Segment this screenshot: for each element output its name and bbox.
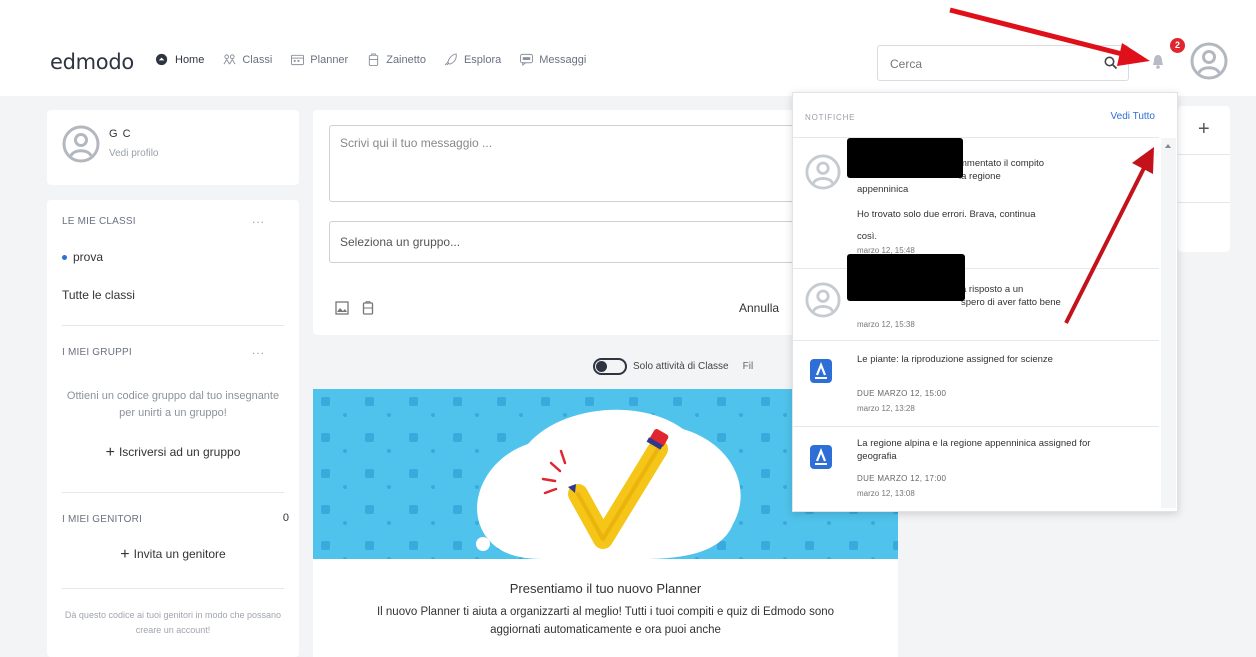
all-classes-link[interactable]: Tutte le classi [62,288,135,302]
toggle-label: Solo attività di Classe [633,361,729,372]
nav-classi-label: Classi [242,53,273,66]
cancel-button[interactable]: Annulla [739,301,779,315]
divider [1178,154,1230,155]
image-icon[interactable] [335,301,349,320]
classes-icon [223,54,236,65]
class-item-prova[interactable]: prova [62,250,103,264]
notification-time: marzo 12, 13:08 [857,489,915,498]
composer-attachments [335,301,387,320]
notification-text: appenninica [857,184,909,195]
chat-icon [520,53,534,66]
nav-esplora[interactable]: Esplora [444,53,501,66]
my-parents-title: I MIEI GENITORI [62,514,143,525]
nav-planner[interactable]: Planner [290,53,348,66]
divider [1178,202,1230,203]
add-icon[interactable]: + [1198,118,1210,141]
notification-time: marzo 12, 15:38 [857,320,915,329]
banner-text: Il nuovo Planner ti aiuta a organizzarti… [376,606,835,636]
notification-badge: 2 [1170,38,1185,53]
notification-text: spero di aver fatto bene [961,297,1061,308]
notification-text: La regione alpina e la regione appennini… [857,438,1091,462]
class-activity-filter: Solo attività di Classe Fil [593,358,753,375]
backpack-icon [369,53,379,66]
groups-hint: Ottieni un codice gruppo dal tuo insegna… [66,390,280,419]
bell-icon[interactable] [1151,54,1165,70]
my-groups-title: I MIEI GRUPPI [62,347,132,358]
class-dot-icon [62,255,67,261]
search-icon[interactable] [1104,56,1118,70]
parents-hint: Dà questo codice ai tuoi genitori in mod… [64,610,282,635]
assignment-icon [810,359,832,383]
nav-planner-label: Planner [310,53,349,66]
profile-name: G C [109,128,132,140]
nav-esplora-label: Esplora [463,53,502,66]
attachment-icon[interactable] [361,301,375,320]
user-avatar-icon [805,154,841,190]
notification-due-date: DUE MARZO 12, 17:00 [857,474,947,483]
notification-comment: Ho trovato solo due errori. Brava, conti… [857,209,1036,242]
assignment-icon [810,445,832,469]
class-item-label: prova [73,250,104,264]
user-avatar-icon[interactable] [1190,42,1228,80]
nav-messaggi[interactable]: Messaggi [519,53,586,66]
home-icon [156,53,168,66]
parents-count: 0 [282,512,289,524]
divider [62,492,284,493]
post-composer: Scrivi qui il tuo messaggio ... Selezion… [313,110,819,335]
notification-time: marzo 12, 13:28 [857,404,915,413]
my-classes-title: LE MIE CLASSI [62,216,136,227]
search-input[interactable] [878,46,1078,82]
nav-zainetto-label: Zainetto [386,53,426,66]
redaction [847,138,963,178]
redaction [847,254,965,301]
nav-zainetto[interactable]: Zainetto [366,53,426,66]
notification-item[interactable]: La regione alpina e la regione appennini… [793,426,1159,512]
view-profile-link[interactable]: Vedi profilo [109,148,158,159]
notification-text: mmentato il compito [959,158,1045,169]
search-box[interactable] [877,45,1129,82]
notifications-scrollbar[interactable] [1161,138,1176,508]
notifications-dropdown: NOTIFICHE Vedi Tutto mmentato il compito… [792,92,1178,512]
user-avatar-icon [805,282,841,318]
banner-title: Presentiamo il tuo nuovo Planner [509,581,702,596]
plus-icon: + [105,444,115,461]
invite-parent-button[interactable]: + Invita un genitore [47,546,299,564]
right-column-card: + [1178,106,1230,252]
left-sidebar: LE MIE CLASSI ... prova Tutte le classi … [47,200,299,657]
profile-avatar-icon[interactable] [62,125,100,163]
top-navigation-bar: edmodo Home Classi Planner Zainetto Espl… [0,0,1256,96]
edmodo-logo[interactable]: edmodo [50,50,134,74]
notification-text: Le piante: la riproduzione assigned for … [857,354,1053,365]
nav-classi[interactable]: Classi [222,53,272,66]
message-input[interactable]: Scrivi qui il tuo messaggio ... [329,125,819,202]
nav-home-label: Home [175,53,205,66]
invite-parent-label: Invita un genitore [133,547,226,561]
rocket-icon [444,53,457,66]
notification-text: la regione [959,171,1001,182]
notifications-header: NOTIFICHE Vedi Tutto [793,93,1177,137]
join-group-label: Iscriversi ad un gruppo [118,445,241,459]
group-select[interactable]: Seleziona un gruppo... [329,221,819,263]
planner-icon [291,54,305,66]
notifications-title: NOTIFICHE [805,113,856,122]
join-group-button[interactable]: + Iscriversi ad un gruppo [47,444,299,462]
divider [62,588,284,589]
toggle-knob [596,361,607,372]
scroll-up-icon[interactable] [1165,144,1171,148]
classes-menu-button[interactable]: ... [252,212,265,226]
nav-home[interactable]: Home [155,53,204,66]
main-nav: Home Classi Planner Zainetto Esplora Mes… [155,53,604,66]
divider [62,325,284,326]
groups-menu-button[interactable]: ... [252,343,265,357]
nav-messaggi-label: Messaggi [539,53,587,66]
filter-label[interactable]: Fil [743,361,754,372]
profile-card: G C Vedi profilo [47,110,299,185]
notification-due-date: DUE MARZO 12, 15:00 [857,389,947,398]
plus-icon: + [120,546,130,563]
class-only-toggle[interactable] [593,358,627,375]
see-all-link[interactable]: Vedi Tutto [1111,111,1155,122]
notification-text: a risposto a un [961,284,1024,295]
notification-item[interactable]: Le piante: la riproduzione assigned for … [793,340,1159,426]
